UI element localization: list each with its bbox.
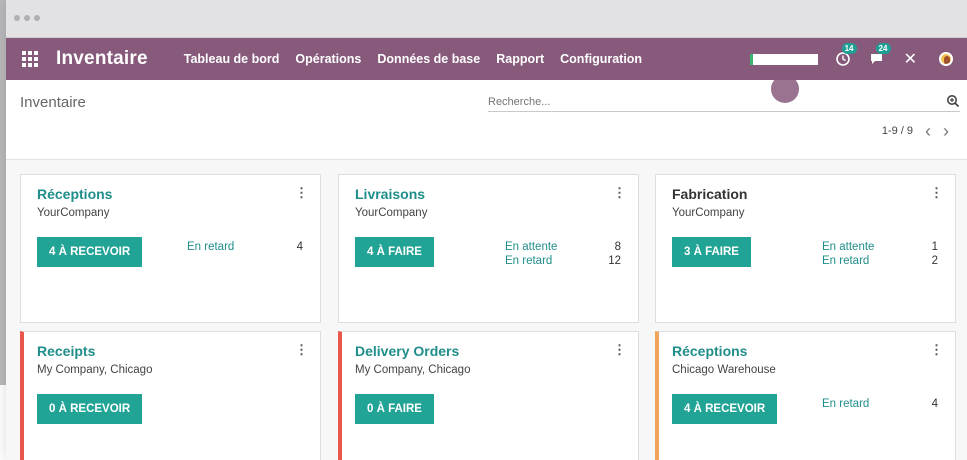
messages-badge: 24 — [875, 43, 891, 54]
stat-row[interactable]: En retard 12 — [505, 254, 621, 268]
kebab-menu-icon[interactable]: ⋮ — [295, 342, 308, 358]
pager-value[interactable]: 1-9 / 9 — [882, 125, 913, 137]
window-titlebar — [6, 0, 967, 38]
card-action-button[interactable]: 4 À RECEVOIR — [672, 394, 778, 424]
window-controls[interactable] — [14, 15, 40, 21]
search-box — [488, 92, 960, 112]
card-company: Chicago Warehouse — [672, 364, 776, 376]
main-navbar: Inventaire Tableau de bord Opérations Do… — [6, 38, 967, 80]
menu-item-configuration[interactable]: Configuration — [552, 52, 650, 66]
kanban-card: Receipts My Company, Chicago ⋮ 0 À RECEV… — [20, 331, 321, 460]
window-zoom-dot[interactable] — [34, 15, 40, 21]
control-panel: Inventaire 1-9 / 9 ‹ › — [6, 80, 967, 160]
stat-label[interactable]: En attente — [505, 240, 557, 254]
kanban-card: Réceptions YourCompany ⋮ 4 À RECEVOIR En… — [20, 174, 321, 323]
kebab-menu-icon[interactable]: ⋮ — [930, 342, 943, 358]
messaging-menu[interactable]: 24 — [870, 43, 891, 69]
chat-icon — [870, 54, 882, 64]
stat-value: 4 — [296, 241, 303, 253]
card-company: YourCompany — [355, 207, 428, 219]
menu-item-donnees-de-base[interactable]: Données de base — [369, 52, 488, 66]
card-title[interactable]: Delivery Orders — [355, 343, 459, 359]
window-minimize-dot[interactable] — [24, 15, 30, 21]
card-company: My Company, Chicago — [37, 364, 153, 376]
kebab-menu-icon[interactable]: ⋮ — [930, 185, 943, 201]
kanban-card: Livraisons YourCompany ⋮ 4 À FAIRE En at… — [338, 174, 639, 323]
stat-label[interactable]: En retard — [822, 397, 869, 411]
menu-item-rapport[interactable]: Rapport — [488, 52, 552, 66]
stat-label[interactable]: En retard — [187, 240, 234, 254]
card-title[interactable]: Fabrication — [672, 186, 747, 202]
kebab-menu-icon[interactable]: ⋮ — [613, 342, 626, 358]
kebab-menu-icon[interactable]: ⋮ — [295, 185, 308, 201]
stat-value: 2 — [931, 255, 938, 267]
pager: 1-9 / 9 ‹ › — [882, 122, 949, 140]
systray: 14 24 ✕ — [749, 38, 967, 80]
card-action-button[interactable]: 3 À FAIRE — [672, 237, 751, 267]
card-action-button[interactable]: 4 À FAIRE — [355, 237, 434, 267]
close-icon[interactable]: ✕ — [904, 49, 917, 69]
browser-window: Inventaire Tableau de bord Opérations Do… — [6, 0, 967, 460]
stat-value: 4 — [931, 398, 938, 410]
cursor-indicator — [771, 75, 799, 103]
kebab-menu-icon[interactable]: ⋮ — [613, 185, 626, 201]
stat-label[interactable]: En retard — [822, 254, 869, 268]
card-action-button[interactable]: 4 À RECEVOIR — [37, 237, 143, 267]
card-title[interactable]: Receipts — [37, 343, 95, 359]
kanban-card: Delivery Orders My Company, Chicago ⋮ 0 … — [338, 331, 639, 460]
window-close-dot[interactable] — [14, 15, 20, 21]
search-input[interactable] — [488, 94, 908, 108]
stat-value: 1 — [931, 241, 938, 253]
top-menu: Tableau de bord Opérations Données de ba… — [176, 52, 650, 66]
stat-label[interactable]: En attente — [822, 240, 874, 254]
breadcrumb: Inventaire — [20, 94, 86, 111]
stat-row[interactable]: En attente 1 — [822, 240, 938, 254]
stat-value: 8 — [614, 241, 621, 253]
clock-icon — [835, 52, 850, 66]
kanban-card: Réceptions Chicago Warehouse ⋮ 4 À RECEV… — [655, 331, 956, 460]
stat-label[interactable]: En retard — [505, 254, 552, 268]
card-stats: En retard 4 — [822, 397, 938, 411]
card-stats: En retard 4 — [187, 240, 303, 254]
activity-menu[interactable]: 14 — [835, 43, 857, 69]
card-action-button[interactable]: 0 À RECEVOIR — [37, 394, 143, 424]
pager-previous-icon[interactable]: ‹ — [925, 122, 931, 140]
stat-row[interactable]: En retard 4 — [187, 240, 303, 254]
stat-row[interactable]: En retard 2 — [822, 254, 938, 268]
menu-item-operations[interactable]: Opérations — [287, 52, 369, 66]
activity-badge: 14 — [841, 43, 857, 54]
menu-item-tableau-de-bord[interactable]: Tableau de bord — [176, 52, 288, 66]
stat-value: 12 — [608, 255, 621, 267]
card-stats: En attente 1 En retard 2 — [822, 240, 938, 268]
search-icon[interactable] — [946, 94, 960, 108]
card-title[interactable]: Réceptions — [672, 343, 747, 359]
card-title[interactable]: Réceptions — [37, 186, 112, 202]
app-brand[interactable]: Inventaire — [56, 48, 148, 70]
card-company: YourCompany — [37, 207, 110, 219]
card-company: YourCompany — [672, 207, 745, 219]
avatar[interactable] — [939, 52, 953, 66]
pager-next-icon[interactable]: › — [943, 122, 949, 140]
card-action-button[interactable]: 0 À FAIRE — [355, 394, 434, 424]
apps-grid-icon[interactable] — [22, 51, 38, 67]
stat-row[interactable]: En attente 8 — [505, 240, 621, 254]
card-stats: En attente 8 En retard 12 — [505, 240, 621, 268]
card-company: My Company, Chicago — [355, 364, 471, 376]
stat-row[interactable]: En retard 4 — [822, 397, 938, 411]
status-bar — [749, 53, 818, 65]
kanban-card: Fabrication YourCompany ⋮ 3 À FAIRE En a… — [655, 174, 956, 323]
card-title[interactable]: Livraisons — [355, 186, 425, 202]
